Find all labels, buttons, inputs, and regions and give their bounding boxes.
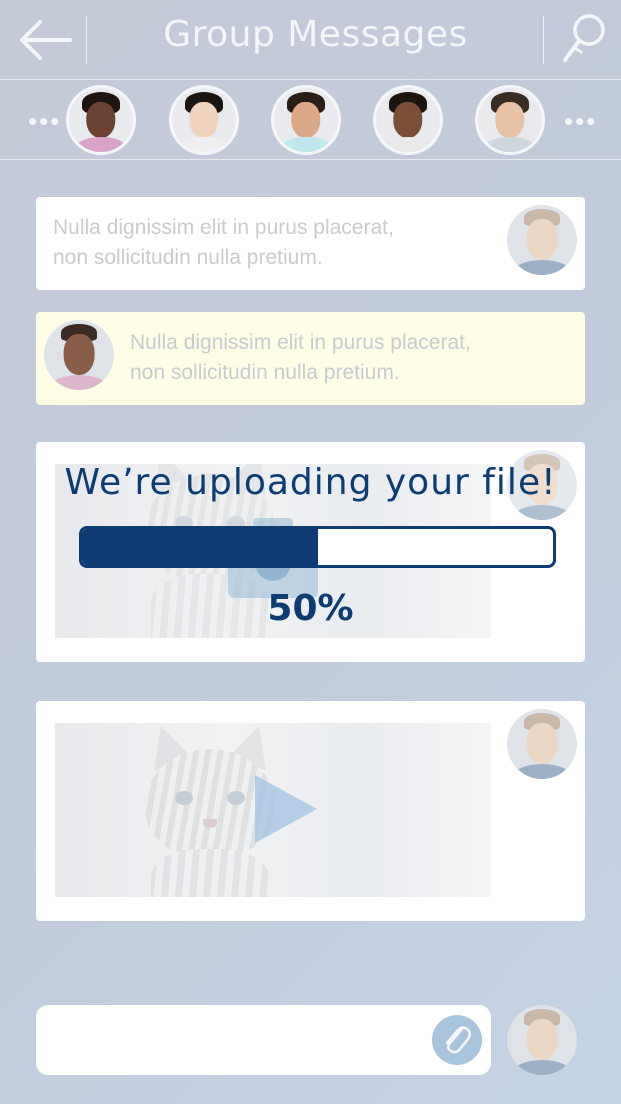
message-composer[interactable] xyxy=(36,1005,491,1075)
participant-1-avatar[interactable] xyxy=(66,85,136,155)
message-text-line: non sollicitudin nulla pretium. xyxy=(53,246,323,269)
participant-3-avatar[interactable] xyxy=(271,85,341,155)
message-bubble-incoming: Nulla dignissim elit in purus placerat, … xyxy=(36,312,585,405)
sender-avatar xyxy=(507,205,577,275)
sender-avatar xyxy=(44,320,114,390)
photo-thumbnail xyxy=(55,464,491,638)
message-bubble-outgoing: Nulla dignissim elit in purus placerat, … xyxy=(36,197,585,290)
video-thumbnail[interactable] xyxy=(55,723,491,897)
header-divider-left xyxy=(86,16,87,64)
search-icon xyxy=(563,14,605,62)
more-participants-right-button[interactable]: ••• xyxy=(564,106,597,137)
header-divider-right xyxy=(543,16,544,64)
attach-button[interactable] xyxy=(432,1015,482,1065)
back-button[interactable] xyxy=(10,10,80,70)
participants-strip: ••• ••• xyxy=(0,80,621,160)
more-participants-left-button[interactable]: ••• xyxy=(28,106,61,137)
sender-avatar xyxy=(507,709,577,779)
participant-4-avatar[interactable] xyxy=(373,85,443,155)
message-text-line: non sollicitudin nulla pretium. xyxy=(130,361,400,384)
app-header: Group Messages xyxy=(0,0,621,80)
message-text-line: Nulla dignissim elit in purus placerat, xyxy=(130,331,471,354)
sender-avatar xyxy=(507,450,577,520)
message-input[interactable] xyxy=(52,1017,422,1063)
message-text-line: Nulla dignissim elit in purus placerat, xyxy=(53,216,394,239)
message-video xyxy=(36,701,585,921)
message-photo-uploading xyxy=(36,442,585,662)
camera-icon xyxy=(228,518,318,598)
participant-2-avatar[interactable] xyxy=(169,85,239,155)
page-title: Group Messages xyxy=(163,14,468,55)
current-user-avatar[interactable] xyxy=(507,1005,577,1075)
message-text: Nulla dignissim elit in purus placerat, … xyxy=(130,328,471,388)
participant-5-avatar[interactable] xyxy=(475,85,545,155)
message-text: Nulla dignissim elit in purus placerat, … xyxy=(53,213,394,273)
paperclip-icon xyxy=(445,1026,471,1054)
search-button[interactable] xyxy=(551,8,611,72)
arrow-left-icon xyxy=(20,20,72,60)
play-icon[interactable] xyxy=(255,775,317,843)
